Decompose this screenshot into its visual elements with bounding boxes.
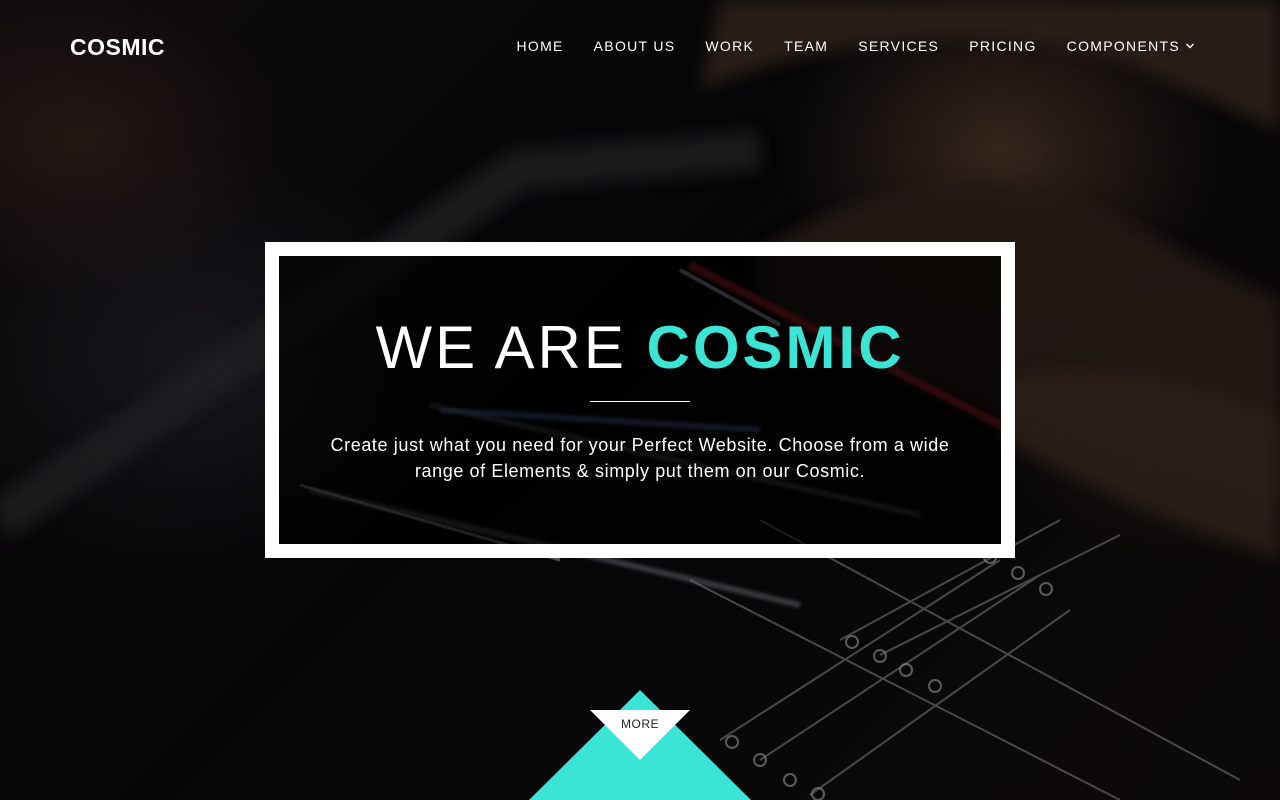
more-badge-shape	[529, 690, 751, 800]
hero-headline: WE ARE COSMIC	[279, 318, 1001, 378]
nav-components-label: COMPONENTS	[1066, 38, 1180, 54]
headline-light: WE ARE	[375, 314, 647, 381]
nav-components[interactable]: COMPONENTS	[1067, 38, 1195, 54]
main-nav: HOME ABOUT US WORK TEAM SERVICES PRICING…	[486, 38, 1195, 54]
nav-work[interactable]: WORK	[705, 38, 754, 54]
more-badge[interactable]: MORE	[529, 690, 751, 800]
hero-section: COSMIC HOME ABOUT US WORK TEAM SERVICES …	[0, 0, 1280, 800]
chevron-down-icon	[1186, 43, 1194, 49]
nav-about-us[interactable]: ABOUT US	[594, 38, 676, 54]
nav-services[interactable]: SERVICES	[858, 38, 939, 54]
nav-pricing[interactable]: PRICING	[969, 38, 1036, 54]
headline-divider	[590, 401, 690, 402]
hero-lead-text: Create just what you need for your Perfe…	[330, 435, 950, 481]
hero-frame: WE ARE COSMIC Create just what you need …	[265, 242, 1015, 558]
nav-team[interactable]: TEAM	[784, 38, 828, 54]
nav-home[interactable]: HOME	[516, 38, 563, 54]
headline-accent: COSMIC	[646, 314, 905, 381]
more-button[interactable]: MORE	[590, 717, 690, 731]
site-logo[interactable]: COSMIC	[70, 34, 165, 61]
